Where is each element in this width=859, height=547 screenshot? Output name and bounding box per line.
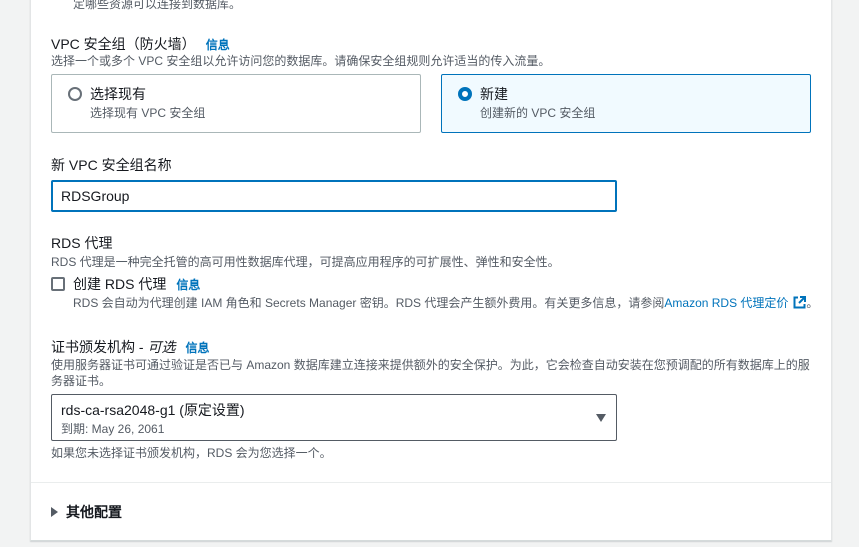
- rds-proxy-description: RDS 代理是一种完全托管的高可用性数据库代理，可提高应用程序的可扩展性、弹性和…: [51, 255, 560, 269]
- tile-create-new-title: 新建: [480, 86, 508, 102]
- vpc-sg-info-link[interactable]: 信息: [206, 38, 230, 52]
- rds-proxy-title: RDS 代理: [51, 235, 113, 251]
- caret-right-icon[interactable]: [51, 507, 58, 518]
- create-rds-proxy-row: 创建 RDS 代理 信息: [73, 275, 200, 294]
- external-link-icon[interactable]: [793, 295, 807, 309]
- cert-authority-heading: 证书颁发机构 - 可选 信息: [51, 338, 209, 357]
- rds-proxy-checkbox-desc: RDS 会自动为代理创建 IAM 角色和 Secrets Manager 密钥。…: [73, 295, 818, 311]
- radio-create-new[interactable]: [458, 87, 472, 101]
- create-rds-proxy-label[interactable]: 创建 RDS 代理: [73, 276, 166, 292]
- new-sg-name-label: 新 VPC 安全组名称: [51, 157, 172, 173]
- rds-proxy-desc-period: 。: [806, 296, 819, 310]
- additional-config-label[interactable]: 其他配置: [66, 504, 122, 520]
- connectivity-panel: 定哪些资源可以连接到数据库。 VPC 安全组（防火墙） 信息 选择一个或多个 VP…: [30, 0, 832, 541]
- rds-proxy-checkbox-desc-text: RDS 会自动为代理创建 IAM 角色和 Secrets Manager 密钥。…: [73, 296, 665, 310]
- vpc-sg-title: VPC 安全组（防火墙）: [51, 36, 196, 52]
- additional-config-expander[interactable]: 其他配置: [51, 502, 122, 522]
- caret-down-icon[interactable]: [596, 414, 606, 422]
- cert-authority-expiry: 到期: May 26, 2061: [61, 422, 165, 436]
- cert-authority-optional: 可选: [147, 339, 176, 355]
- vpc-sg-description: 选择一个或多个 VPC 安全组以允许访问您的数据库。请确保安全组规则允许适当的传…: [51, 54, 551, 68]
- cert-authority-selected-value: rds-ca-rsa2048-g1 (原定设置): [61, 402, 245, 418]
- cert-authority-footnote: 如果您未选择证书颁发机构，RDS 会为您选择一个。: [51, 446, 332, 460]
- radio-choose-existing[interactable]: [68, 87, 82, 101]
- cert-authority-description: 使用服务器证书可通过验证是否已与 Amazon 数据库建立连接来提供额外的安全保…: [51, 358, 810, 388]
- cert-authority-title: 证书颁发机构 -: [51, 339, 148, 355]
- section-divider: [31, 482, 831, 483]
- vpc-sg-heading: VPC 安全组（防火墙） 信息: [51, 35, 230, 54]
- new-sg-name-input[interactable]: RDSGroup: [51, 180, 617, 212]
- tile-create-new-desc: 创建新的 VPC 安全组: [480, 106, 596, 120]
- cert-authority-info-link[interactable]: 信息: [185, 341, 209, 355]
- rds-proxy-pricing-link[interactable]: Amazon RDS 代理定价: [664, 296, 788, 310]
- rds-proxy-info-link[interactable]: 信息: [176, 278, 200, 292]
- tile-choose-existing-desc: 选择现有 VPC 安全组: [90, 106, 206, 120]
- tile-create-new[interactable]: 新建 创建新的 VPC 安全组: [441, 74, 811, 133]
- cert-authority-select[interactable]: rds-ca-rsa2048-g1 (原定设置) 到期: May 26, 206…: [51, 394, 617, 441]
- create-rds-proxy-checkbox[interactable]: [51, 277, 65, 291]
- top-description-cut: 定哪些资源可以连接到数据库。: [73, 0, 242, 11]
- tile-choose-existing-title: 选择现有: [90, 86, 146, 102]
- tile-choose-existing[interactable]: 选择现有 选择现有 VPC 安全组: [51, 74, 421, 133]
